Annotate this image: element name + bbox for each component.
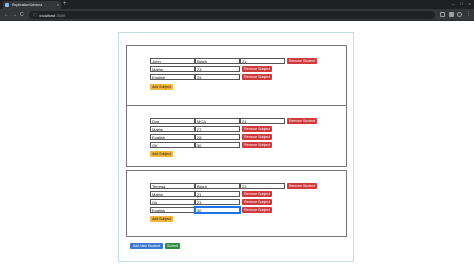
- remove-student-button[interactable]: Remove Student: [287, 58, 317, 64]
- remove-subject-button[interactable]: Remove Subject: [242, 191, 272, 197]
- add-new-student-button[interactable]: Add New Student: [130, 243, 163, 249]
- window-controls: – □ ×: [452, 1, 471, 6]
- submit-button[interactable]: Submit: [165, 243, 180, 249]
- site-info-icon[interactable]: ⓘ: [33, 13, 37, 18]
- student-age-input[interactable]: 21: [240, 58, 285, 64]
- extensions-icon[interactable]: [449, 12, 454, 17]
- minimize-icon[interactable]: –: [452, 1, 454, 6]
- student-card: Terresa Blach 23 Remove Student Maths 21…: [126, 170, 347, 237]
- subject-marks-input[interactable]: 28: [195, 134, 240, 140]
- add-subject-button[interactable]: Add Subject: [150, 216, 173, 222]
- browser-tab-strip: ReplicationSchema × + – □ ×: [0, 0, 474, 9]
- remove-student-button[interactable]: Remove Student: [287, 118, 317, 124]
- browser-toolbar: ← → C ⓘ localhost :3000 ⋮: [0, 9, 474, 21]
- subject-name-input[interactable]: English: [150, 207, 195, 213]
- add-subject-button[interactable]: Add Subject: [150, 84, 173, 90]
- subject-row: Maths 27 Remove Subject: [150, 126, 272, 132]
- browser-tab[interactable]: ReplicationSchema ×: [3, 1, 61, 9]
- student-surname-input[interactable]: Blach: [195, 183, 240, 189]
- url-host: localhost: [39, 12, 56, 18]
- favicon-icon: [5, 3, 9, 7]
- subject-row: Maths 21 Remove Subject: [150, 191, 272, 197]
- subject-name-input[interactable]: English: [150, 74, 195, 80]
- profile-icon[interactable]: [457, 12, 462, 17]
- maximize-icon[interactable]: □: [460, 1, 462, 6]
- subject-marks-input[interactable]: 30: [194, 206, 241, 214]
- student-row: Doe MCA 24 Remove Student: [150, 118, 317, 124]
- student-surname-input[interactable]: MCA: [195, 118, 240, 124]
- remove-subject-button[interactable]: Remove Subject: [242, 207, 272, 213]
- new-tab-button[interactable]: +: [63, 1, 67, 8]
- subject-name-input[interactable]: Maths: [150, 66, 195, 72]
- subject-name-input[interactable]: GK: [150, 142, 195, 148]
- subject-row: English 25 Remove Subject: [150, 74, 272, 80]
- subject-marks-input[interactable]: 30: [195, 142, 240, 148]
- subject-name-input[interactable]: Maths: [150, 126, 195, 132]
- add-subject-button[interactable]: Add Subject: [150, 151, 173, 157]
- student-name-input[interactable]: Terresa: [150, 183, 195, 189]
- remove-subject-button[interactable]: Remove Subject: [242, 66, 272, 72]
- reload-icon[interactable]: C: [20, 11, 24, 19]
- remove-student-button[interactable]: Remove Student: [287, 183, 317, 189]
- tab-title: ReplicationSchema: [12, 3, 43, 7]
- tab-close-icon[interactable]: ×: [57, 3, 59, 7]
- close-window-icon[interactable]: ×: [469, 1, 471, 6]
- student-surname-input[interactable]: Blach: [195, 58, 240, 64]
- student-card: Doe MCA 24 Remove Student Maths 27 Remov…: [126, 105, 347, 167]
- subject-name-input[interactable]: Gk: [150, 199, 195, 205]
- subject-name-input[interactable]: Maths: [150, 191, 195, 197]
- subject-row: Maths 23 Remove Subject: [150, 66, 272, 72]
- subject-marks-input[interactable]: 27: [195, 126, 240, 132]
- remove-subject-button[interactable]: Remove Subject: [242, 142, 272, 148]
- url-port: :3000: [55, 12, 66, 18]
- remove-subject-button[interactable]: Remove Subject: [242, 134, 272, 140]
- subject-row: English 28 Remove Subject: [150, 134, 272, 140]
- students-form: John Blach 21 Remove Student Maths 23 Re…: [118, 32, 354, 262]
- subject-marks-input[interactable]: 25: [195, 74, 240, 80]
- browser-menu-icon[interactable]: ⋮: [466, 12, 471, 17]
- student-row: Terresa Blach 23 Remove Student: [150, 183, 317, 189]
- remove-subject-button[interactable]: Remove Subject: [242, 74, 272, 80]
- subject-row: English 30 Remove Subject: [150, 206, 272, 214]
- student-name-input[interactable]: Doe: [150, 118, 195, 124]
- remove-subject-button[interactable]: Remove Subject: [242, 199, 272, 205]
- subject-marks-input[interactable]: 23: [195, 199, 240, 205]
- student-age-input[interactable]: 23: [240, 183, 285, 189]
- subject-marks-input[interactable]: 23: [195, 66, 240, 72]
- remove-subject-button[interactable]: Remove Subject: [242, 126, 272, 132]
- student-age-input[interactable]: 24: [240, 118, 285, 124]
- student-row: John Blach 21 Remove Student: [150, 58, 317, 64]
- install-app-icon[interactable]: [440, 12, 445, 17]
- student-name-input[interactable]: John: [150, 58, 195, 64]
- subject-name-input[interactable]: English: [150, 134, 195, 140]
- subject-row: GK 30 Remove Subject: [150, 142, 272, 148]
- address-bar[interactable]: ⓘ localhost :3000: [29, 11, 435, 19]
- back-icon[interactable]: ←: [4, 11, 9, 19]
- forward-icon[interactable]: →: [12, 11, 17, 19]
- subject-row: Gk 23 Remove Subject: [150, 199, 272, 205]
- subject-marks-input[interactable]: 21: [195, 191, 240, 197]
- student-card: John Blach 21 Remove Student Maths 23 Re…: [126, 45, 347, 107]
